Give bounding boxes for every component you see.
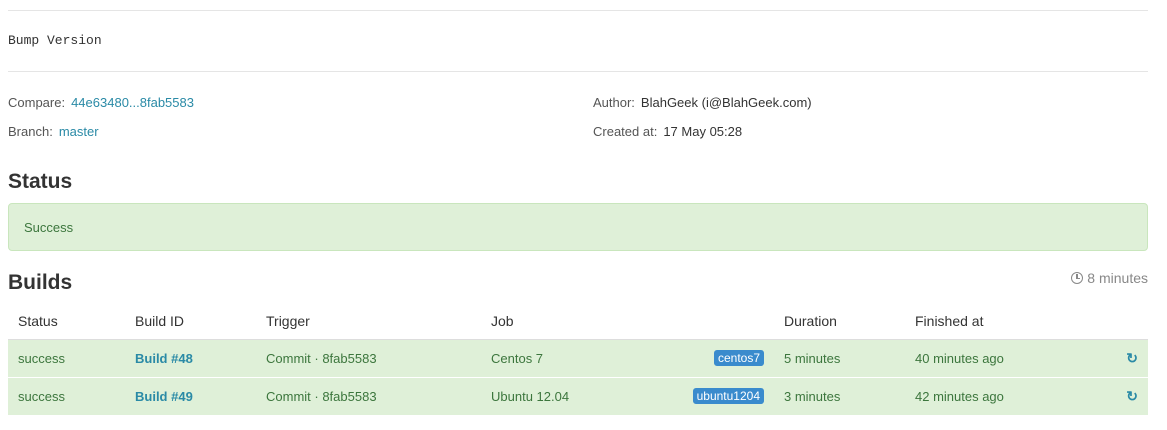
- build-status: success: [8, 338, 125, 377]
- status-heading: Status: [8, 170, 73, 193]
- builds-table: Status Build ID Trigger Job Duration Fin…: [8, 303, 1148, 415]
- refresh-icon[interactable]: ↻: [1115, 376, 1148, 415]
- status-alert: Success: [8, 203, 1148, 251]
- clock-icon: [1071, 272, 1084, 284]
- compare-label: Compare:: [8, 95, 66, 110]
- build-trigger: Commit · 8fab5583: [256, 376, 481, 415]
- col-actions: [1115, 303, 1148, 340]
- divider: [8, 10, 1148, 11]
- total-duration: 8 minutes: [1071, 270, 1148, 286]
- total-duration-text: 8 minutes: [1087, 270, 1148, 286]
- branch-row: Branch: master: [8, 124, 99, 139]
- builds-heading: Builds: [8, 271, 73, 294]
- branch-label: Branch:: [8, 124, 53, 139]
- build-trigger: Commit · 8fab5583: [256, 338, 481, 377]
- refresh-icon[interactable]: ↻: [1115, 338, 1148, 377]
- build-status: success: [8, 376, 125, 415]
- col-finished: Finished at: [905, 303, 1115, 340]
- compare-link[interactable]: 44e63480...8fab5583: [71, 95, 194, 110]
- table-row: success Build #48 Commit · 8fab5583 Cent…: [8, 338, 1148, 377]
- commit-detail-page: Bump Version Compare: 44e63480...8fab5583…: [0, 0, 1167, 430]
- build-link[interactable]: Build #48: [135, 351, 193, 366]
- author-label: Author:: [593, 95, 635, 110]
- table-header-row: Status Build ID Trigger Job Duration Fin…: [8, 303, 1148, 340]
- job-label-badge: centos7: [713, 350, 764, 366]
- build-link[interactable]: Build #49: [135, 389, 193, 404]
- build-finished: 42 minutes ago: [905, 376, 1115, 415]
- branch-link[interactable]: master: [59, 124, 99, 139]
- created-value: 17 May 05:28: [663, 124, 743, 139]
- build-job-cell: Centos 7 centos7: [481, 338, 774, 377]
- col-job: Job: [481, 303, 774, 340]
- created-label: Created at:: [593, 124, 658, 139]
- table-row: success Build #49 Commit · 8fab5583 Ubun…: [8, 376, 1148, 415]
- build-job-cell: Ubuntu 12.04 ubuntu1204: [481, 376, 774, 415]
- build-finished: 40 minutes ago: [905, 338, 1115, 377]
- divider: [8, 71, 1148, 72]
- status-text: Success: [24, 220, 74, 235]
- created-row: Created at: 17 May 05:28: [593, 124, 742, 139]
- author-row: Author: BlahGeek (i@BlahGeek.com): [593, 95, 812, 110]
- compare-row: Compare: 44e63480...8fab5583: [8, 95, 194, 110]
- build-duration: 5 minutes: [774, 338, 905, 377]
- build-duration: 3 minutes: [774, 376, 905, 415]
- col-trigger: Trigger: [256, 303, 481, 340]
- build-job: Ubuntu 12.04: [491, 388, 570, 404]
- author-value: BlahGeek (i@BlahGeek.com): [640, 95, 812, 110]
- job-label-badge: ubuntu1204: [692, 388, 764, 405]
- col-status: Status: [8, 303, 125, 340]
- build-job: Centos 7: [491, 350, 544, 366]
- col-duration: Duration: [774, 303, 905, 340]
- col-build-id: Build ID: [125, 303, 256, 340]
- commit-message: Bump Version: [8, 33, 102, 48]
